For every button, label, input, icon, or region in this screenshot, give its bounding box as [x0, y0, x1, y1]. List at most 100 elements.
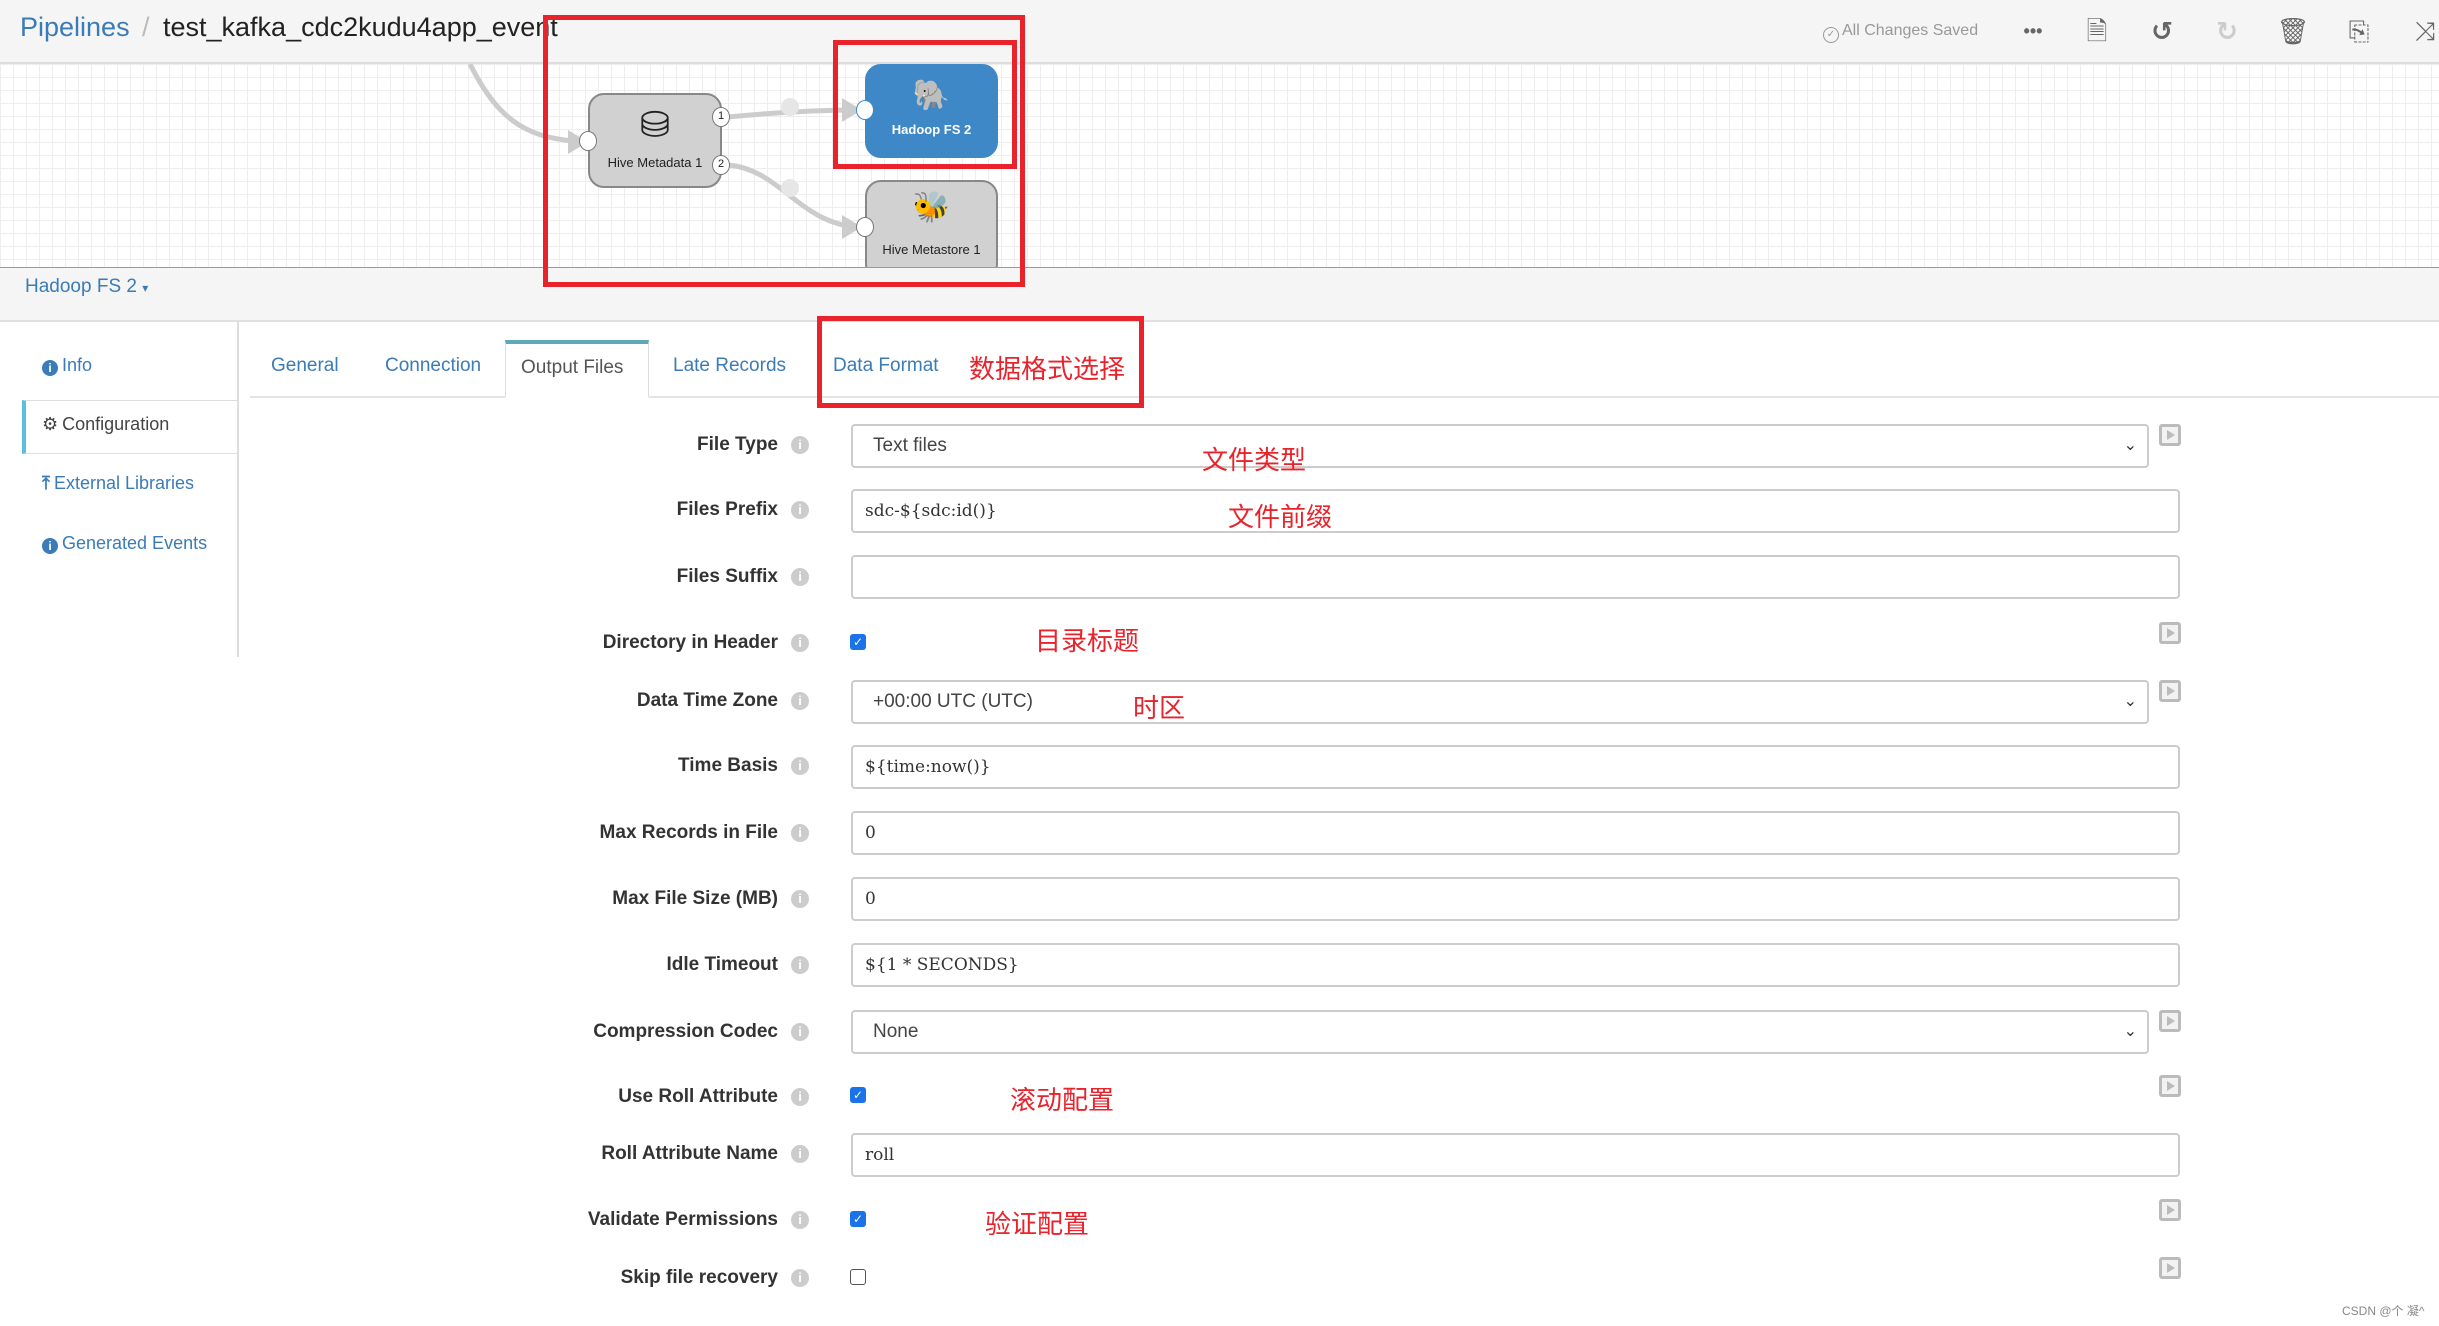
pipeline-title: test_kafka_cdc2kudu4app_event — [163, 12, 558, 42]
expression-toggle-icon[interactable] — [2159, 1010, 2181, 1032]
info-icon[interactable]: i — [791, 568, 809, 586]
stage-dropdown[interactable]: Hadoop FS 2 ▾ — [25, 276, 148, 298]
annotation-files-prefix: 文件前缀 — [1228, 503, 1333, 533]
stage-name: Hadoop FS 2 — [25, 276, 137, 297]
file-type-value: Text files — [873, 435, 947, 456]
check-circle-icon: ✓ — [1823, 27, 1839, 43]
max-file-size-input[interactable]: 0 — [851, 877, 2180, 921]
chevron-down-icon: ⌄ — [2123, 1023, 2137, 1040]
save-status: ✓ All Changes Saved — [1823, 22, 1978, 43]
files-prefix-input[interactable]: sdc-${sdc:id()} — [851, 489, 2180, 533]
tab-connection[interactable]: Connection — [370, 340, 496, 396]
save-status-text: All Changes Saved — [1842, 22, 1979, 39]
sidebar-item-label: Generated Events — [62, 533, 208, 553]
info-icon[interactable]: i — [791, 436, 809, 454]
validate-permissions-checkbox[interactable]: ✓ — [850, 1211, 866, 1227]
breadcrumb-pipelines-link[interactable]: Pipelines — [20, 12, 130, 43]
node-hive-metadata[interactable]: ⛁ Hive Metadata 1 — [588, 93, 722, 188]
gear-icon: ⚙ — [42, 414, 59, 434]
node-hadoop-fs[interactable]: 🐘 Hadoop FS 2 — [865, 64, 998, 158]
info-icon[interactable]: i — [791, 1088, 809, 1106]
use-roll-attribute-label: Use Roll Attribute — [618, 1086, 778, 1107]
input-port[interactable] — [856, 217, 874, 237]
directory-in-header-checkbox[interactable]: ✓ — [850, 634, 866, 650]
files-suffix-input[interactable] — [851, 555, 2180, 599]
expression-toggle-icon[interactable] — [2159, 1199, 2181, 1221]
node-label: Hive Metadata 1 — [607, 155, 703, 170]
time-basis-input[interactable]: ${time:now()} — [851, 745, 2180, 789]
info-icon: i — [42, 360, 58, 376]
undo-icon[interactable]: ↺ — [2145, 14, 2179, 48]
use-roll-attribute-checkbox[interactable]: ✓ — [850, 1087, 866, 1103]
info-icon[interactable]: i — [791, 890, 809, 908]
roll-attribute-name-label: Roll Attribute Name — [601, 1143, 778, 1164]
tab-data-format[interactable]: Data Format — [818, 340, 954, 396]
files-prefix-label: Files Prefix — [676, 499, 778, 520]
input-port[interactable] — [856, 100, 874, 120]
node-hive-metastore[interactable]: 🐝 Hive Metastore 1 — [865, 180, 998, 267]
idle-timeout-input[interactable]: ${1 * SECONDS} — [851, 943, 2180, 987]
expression-toggle-icon[interactable] — [2159, 622, 2181, 644]
files-suffix-label: Files Suffix — [676, 566, 778, 587]
data-time-zone-select[interactable]: +00:00 UTC (UTC) ⌄ — [851, 680, 2149, 724]
gauge-icon — [781, 98, 799, 116]
info-icon[interactable]: i — [791, 1211, 809, 1229]
output-port-2[interactable]: 2 — [712, 155, 730, 175]
expression-toggle-icon[interactable] — [2159, 680, 2181, 702]
sidebar-item-generated-events[interactable]: i Generated Events — [42, 533, 207, 554]
gauge-icon — [781, 179, 799, 197]
document-icon[interactable]: 🗎 — [2080, 14, 2114, 48]
breadcrumb-separator: / — [142, 12, 150, 42]
expression-toggle-icon[interactable] — [2159, 1075, 2181, 1097]
database-gear-icon: ⛁ — [639, 104, 671, 145]
info-icon[interactable]: i — [791, 1269, 809, 1287]
info-icon[interactable]: i — [791, 956, 809, 974]
tab-late-records[interactable]: Late Records — [658, 340, 801, 396]
info-icon[interactable]: i — [791, 634, 809, 652]
info-icon[interactable]: i — [791, 824, 809, 842]
idle-timeout-label: Idle Timeout — [666, 954, 778, 975]
roll-attribute-name-input[interactable]: roll — [851, 1133, 2180, 1177]
pipeline-canvas[interactable]: ⛁ Hive Metadata 1 1 2 🐘 Hadoop FS 2 🐝 Hi… — [0, 64, 2439, 269]
expression-toggle-icon[interactable] — [2159, 424, 2181, 446]
info-icon[interactable]: i — [791, 501, 809, 519]
compression-codec-select[interactable]: None ⌄ — [851, 1010, 2149, 1054]
max-records-input[interactable]: 0 — [851, 811, 2180, 855]
annotation-validate: 验证配置 — [985, 1210, 1090, 1240]
file-type-select[interactable]: Text files ⌄ — [851, 424, 2149, 468]
input-port[interactable] — [579, 131, 597, 151]
hadoop-elephant-icon: 🐘 — [912, 79, 951, 112]
annotation-roll: 滚动配置 — [1010, 1086, 1115, 1116]
shuffle-icon[interactable]: ⤨ — [2408, 14, 2439, 48]
data-time-zone-label: Data Time Zone — [636, 690, 778, 711]
sidebar-item-label: Configuration — [62, 414, 170, 434]
sidebar-item-info[interactable]: i Info — [42, 355, 92, 376]
data-time-zone-value: +00:00 UTC (UTC) — [873, 691, 1033, 712]
info-icon[interactable]: i — [791, 1023, 809, 1041]
max-file-size-label: Max File Size (MB) — [612, 888, 778, 909]
output-port-1[interactable]: 1 — [712, 107, 730, 127]
info-icon: i — [42, 538, 58, 554]
redo-icon[interactable]: ↻ — [2210, 14, 2244, 48]
sidebar-item-configuration[interactable]: ⚙ Configuration — [42, 414, 169, 435]
info-icon[interactable]: i — [791, 757, 809, 775]
chevron-down-icon: ⌄ — [2123, 693, 2137, 710]
info-icon[interactable]: i — [791, 692, 809, 710]
annotation-time-zone: 时区 — [1133, 694, 1186, 724]
copy-icon[interactable]: ⎘ — [2342, 14, 2376, 48]
hive-icon: 🐝 — [912, 191, 951, 224]
chevron-down-icon: ⌄ — [2123, 437, 2137, 454]
node-label: Hive Metastore 1 — [882, 242, 981, 257]
skip-file-recovery-checkbox[interactable] — [850, 1269, 866, 1285]
stage-bar — [0, 268, 2439, 322]
tab-output-files[interactable]: Output Files — [505, 340, 649, 398]
compression-codec-value: None — [873, 1021, 919, 1042]
tab-general[interactable]: General — [256, 340, 354, 396]
sidebar-item-external-libraries[interactable]: ⤒ External Libraries — [42, 473, 194, 494]
caret-down-icon: ▾ — [142, 281, 149, 295]
trash-icon[interactable]: 🗑 — [2276, 14, 2310, 48]
expression-toggle-icon[interactable] — [2159, 1257, 2181, 1279]
annotation-data-format: 数据格式选择 — [969, 355, 1126, 385]
more-icon[interactable]: ••• — [2016, 14, 2050, 48]
info-icon[interactable]: i — [791, 1145, 809, 1163]
